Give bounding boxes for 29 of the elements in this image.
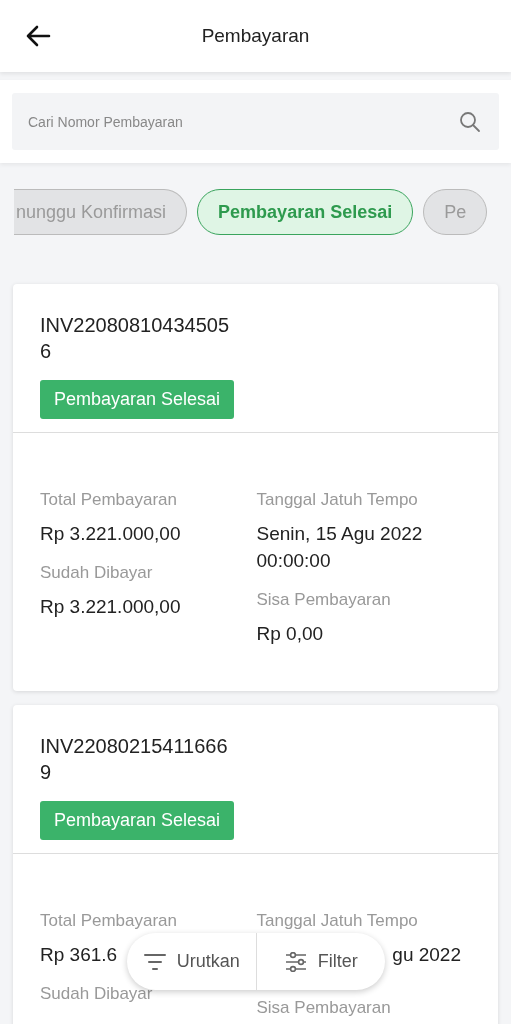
status-badge: Pembayaran Selesai	[40, 380, 235, 419]
field-value: Rp 3.221.000,00	[40, 595, 181, 619]
field-value: Rp 3.221.000,00	[40, 522, 181, 546]
field-label: Tanggal Jatuh Tempo	[256, 490, 418, 510]
field-label: Sisa Pembayaran	[256, 590, 391, 610]
sliders-icon	[283, 951, 308, 972]
search-icon[interactable]	[459, 111, 481, 133]
field-value: gu 2022	[392, 943, 461, 967]
field-label: Sudah Dibayar	[40, 563, 153, 583]
search-field[interactable]: Cari Nomor Pembayaran	[12, 93, 499, 150]
filter-tab[interactable]: Pe	[423, 189, 488, 235]
filter-tab[interactable]: Pembayaran Selesai	[197, 189, 414, 235]
filter-button[interactable]: Filter	[256, 950, 385, 973]
field-label: Tanggal Jatuh Tempo	[256, 911, 418, 931]
invoice-number: INV220802154116669	[40, 734, 229, 785]
status-badge: Pembayaran Selesai	[40, 801, 235, 840]
field-value: Senin, 15 Agu 2022 00:00:00	[256, 522, 424, 573]
sort-icon	[142, 951, 167, 972]
invoice-number: INV220808104345056	[40, 313, 231, 364]
field-label: Total Pembayaran	[40, 911, 178, 931]
field-value: Rp 361.6	[40, 943, 118, 967]
field-value: Rp 0,00	[256, 622, 324, 646]
field-label: Sudah Dibayar	[40, 984, 153, 1004]
back-arrow-icon[interactable]	[25, 25, 51, 47]
sort-button[interactable]: Urutkan	[127, 950, 256, 973]
field-label: Sisa Pembayaran	[256, 998, 391, 1018]
field-label: Total Pembayaran	[40, 490, 178, 510]
page-title: Pembayaran	[201, 25, 310, 47]
filter-tab[interactable]: nunggu Konfirmasi	[14, 189, 188, 235]
